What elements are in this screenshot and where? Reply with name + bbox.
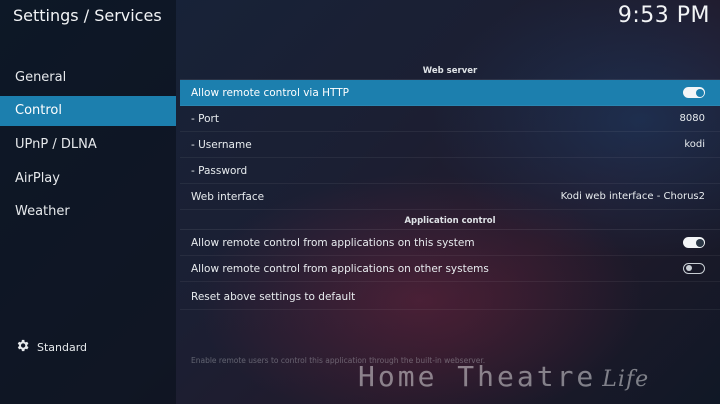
toggle-local-app-control[interactable] [683, 237, 705, 248]
setting-label: - Username [191, 138, 252, 151]
setting-web-interface[interactable]: Web interface Kodi web interface - Choru… [180, 184, 720, 210]
section-header-application-control: Application control [180, 213, 720, 230]
sidebar-item-weather[interactable]: Weather [0, 197, 176, 227]
page-title: Settings / Services [13, 6, 162, 25]
setting-password[interactable]: - Password [180, 158, 720, 184]
port-value: 8080 [679, 112, 705, 124]
settings-list: Web server Allow remote control via HTTP… [180, 0, 720, 404]
setting-remote-app-control[interactable]: Allow remote control from applications o… [180, 256, 720, 282]
setting-label: - Port [191, 112, 219, 125]
watermark-suffix: Life [602, 367, 650, 392]
reset-settings-button[interactable]: Reset above settings to default [180, 284, 720, 310]
setting-port[interactable]: - Port 8080 [180, 106, 720, 132]
sidebar-item-control[interactable]: Control [0, 96, 176, 126]
setting-label: Allow remote control from applications o… [191, 262, 489, 275]
sidebar-item-upnp-dlna[interactable]: UPnP / DLNA [0, 130, 176, 160]
setting-http-remote-control[interactable]: Allow remote control via HTTP [180, 80, 720, 106]
gear-icon [15, 338, 30, 356]
username-value: kodi [684, 138, 705, 150]
toggle-remote-app-control[interactable] [683, 263, 705, 274]
sidebar-item-airplay[interactable]: AirPlay [0, 164, 176, 194]
web-interface-value: Kodi web interface - Chorus2 [560, 190, 705, 202]
setting-label: - Password [191, 164, 248, 177]
setting-label: Web interface [191, 190, 265, 203]
sidebar: Settings / Services General Control UPnP… [0, 0, 176, 404]
settings-level-button[interactable]: Standard [15, 338, 87, 356]
setting-local-app-control[interactable]: Allow remote control from applications o… [180, 230, 720, 256]
watermark: Home Theatre Life [358, 360, 649, 393]
sidebar-item-general[interactable]: General [0, 63, 176, 93]
setting-label: Allow remote control from applications o… [191, 236, 475, 249]
watermark-text: Home Theatre [358, 360, 597, 393]
toggle-http-remote-control[interactable] [683, 87, 705, 98]
setting-label: Reset above settings to default [191, 290, 356, 303]
settings-level-label: Standard [37, 340, 88, 354]
section-header-web-server: Web server [180, 63, 720, 80]
setting-username[interactable]: - Username kodi [180, 132, 720, 158]
setting-label: Allow remote control via HTTP [191, 86, 349, 99]
